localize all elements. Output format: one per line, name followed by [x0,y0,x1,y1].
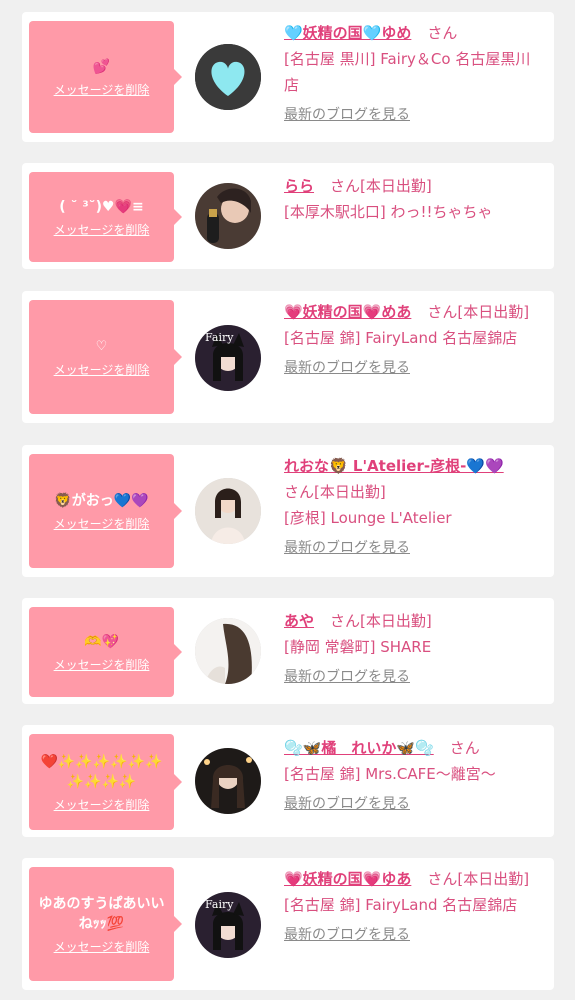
message-text: 🫶💖 [84,633,119,650]
latest-blog-link[interactable]: 最新のブログを見る [284,793,410,813]
message-text: 💕 [92,58,111,75]
honorific: さん [427,303,458,321]
work-status: [本日出勤] [457,303,530,321]
profile-name-link[interactable]: 🫧🦋橘 れいか🦋🫧 [284,739,434,757]
latest-blog-link[interactable]: 最新のブログを見る [284,357,410,377]
avatar[interactable]: Fairy [195,892,261,958]
profile-photo-icon: Fairy [195,325,261,391]
message-text: ❤️✨✨✨✨✨✨✨✨✨✨ [40,753,163,790]
message-card: ( ˘ ³˘)♥💗≡ メッセージを削除 らら さん[本日出勤] [本厚木駅北口]… [22,163,554,269]
profile-photo-icon: Fairy [195,892,261,958]
work-status: [本日出勤] [360,177,432,195]
delete-message-link[interactable]: メッセージを削除 [54,221,150,238]
message-bubble: 🦁がおっ💙💜 メッセージを削除 [29,454,182,568]
message-text: 🦁がおっ💙💜 [54,492,149,509]
delete-message-link[interactable]: メッセージを削除 [54,515,150,532]
message-bubble: ♡ メッセージを削除 [29,300,182,414]
honorific: さん [427,870,458,888]
shop-info: [名古屋 錦] FairyLand 名古屋錦店 [284,896,518,914]
message-card: ❤️✨✨✨✨✨✨✨✨✨✨ メッセージを削除 🫧🦋橘 れいか🦋🫧 さん [名古屋 … [22,725,554,837]
message-text: ( ˘ ³˘)♥💗≡ [59,198,144,215]
card-info: れおな🦁 L'Atelier-彦根-💙💜 さん[本日出勤] [彦根] Loung… [284,453,544,557]
shop-info: [彦根] Lounge L'Atelier [284,509,452,527]
latest-blog-link[interactable]: 最新のブログを見る [284,104,410,124]
profile-name-link[interactable]: 🩵妖精の国🩵ゆめ [284,24,411,42]
profile-photo-icon [195,478,261,544]
profile-name-link[interactable]: れおな🦁 L'Atelier-彦根-💙💜 [284,457,504,475]
honorific: さん [284,483,315,501]
delete-message-link[interactable]: メッセージを削除 [54,938,150,955]
honorific: さん [449,739,480,757]
avatar[interactable] [195,183,261,249]
avatar[interactable] [195,618,261,684]
profile-name-link[interactable]: らら [284,177,314,195]
heart-sticker-icon [195,44,261,110]
message-text: ゆあのすうぱあいいねｯｯ💯 [38,895,165,932]
shop-info: [静岡 常磐町] SHARE [284,638,432,656]
delete-message-link[interactable]: メッセージを削除 [54,656,150,673]
profile-photo-icon [195,748,261,814]
svg-text:Fairy: Fairy [205,898,234,911]
message-card: ゆあのすうぱあいいねｯｯ💯 メッセージを削除 Fairy 💗妖精の国💗ゆあ さん… [22,858,554,990]
profile-name-link[interactable]: 💗妖精の国💗ゆあ [284,870,411,888]
shop-info: [名古屋 黒川] Fairy＆Co 名古屋黒川店 [284,50,531,94]
card-info: 💗妖精の国💗ゆあ さん[本日出勤] [名古屋 錦] FairyLand 名古屋錦… [284,866,544,944]
message-card: 🦁がおっ💙💜 メッセージを削除 れおな🦁 L'Atelier-彦根-💙💜 さん[… [22,445,554,577]
profile-photo-icon [195,183,261,249]
profile-photo-icon [195,618,261,684]
honorific: さん [427,24,458,42]
message-text: ♡ [95,338,108,354]
card-info: あや さん[本日出勤] [静岡 常磐町] SHARE 最新のブログを見る [284,608,544,686]
delete-message-link[interactable]: メッセージを削除 [54,81,150,98]
message-bubble: ❤️✨✨✨✨✨✨✨✨✨✨ メッセージを削除 [29,734,182,830]
message-bubble: 💕 メッセージを削除 [29,21,182,133]
card-info: らら さん[本日出勤] [本厚木駅北口] わっ!!ちゃちゃ [284,173,544,225]
profile-name-link[interactable]: 💗妖精の国💗めあ [284,303,411,321]
card-info: 🫧🦋橘 れいか🦋🫧 さん [名古屋 錦] Mrs.CAFE〜離宮〜 最新のブログ… [284,735,544,813]
message-card: 🫶💖 メッセージを削除 あや さん[本日出勤] [静岡 常磐町] SHARE 最… [22,598,554,704]
message-card: ♡ メッセージを削除 Fairy 💗妖精の国💗めあ さん[本日出勤] [名古屋 … [22,291,554,423]
shop-info: [名古屋 錦] Mrs.CAFE〜離宮〜 [284,765,496,783]
latest-blog-link[interactable]: 最新のブログを見る [284,666,410,686]
work-status: [本日出勤] [457,870,530,888]
latest-blog-link[interactable]: 最新のブログを見る [284,924,410,944]
message-card: 💕 メッセージを削除 🩵妖精の国🩵ゆめ さん [名古屋 黒川] Fairy＆Co… [22,12,554,142]
shop-info: [名古屋 錦] FairyLand 名古屋錦店 [284,329,518,347]
card-info: 🩵妖精の国🩵ゆめ さん [名古屋 黒川] Fairy＆Co 名古屋黒川店 最新の… [284,20,544,124]
shop-info: [本厚木駅北口] わっ!!ちゃちゃ [284,203,493,221]
avatar[interactable] [195,748,261,814]
work-status: [本日出勤] [314,483,386,501]
profile-name-link[interactable]: あや [284,612,314,630]
svg-text:Fairy: Fairy [205,331,234,344]
message-bubble: ( ˘ ³˘)♥💗≡ メッセージを削除 [29,172,182,262]
card-info: 💗妖精の国💗めあ さん[本日出勤] [名古屋 錦] FairyLand 名古屋錦… [284,299,544,377]
honorific: さん [330,177,361,195]
delete-message-link[interactable]: メッセージを削除 [54,361,150,378]
delete-message-link[interactable]: メッセージを削除 [54,796,150,813]
honorific: さん [330,612,361,630]
message-bubble: ゆあのすうぱあいいねｯｯ💯 メッセージを削除 [29,867,182,981]
avatar[interactable]: Fairy [195,325,261,391]
work-status: [本日出勤] [360,612,432,630]
avatar[interactable] [195,44,261,110]
avatar[interactable] [195,478,261,544]
latest-blog-link[interactable]: 最新のブログを見る [284,537,410,557]
message-bubble: 🫶💖 メッセージを削除 [29,607,182,697]
